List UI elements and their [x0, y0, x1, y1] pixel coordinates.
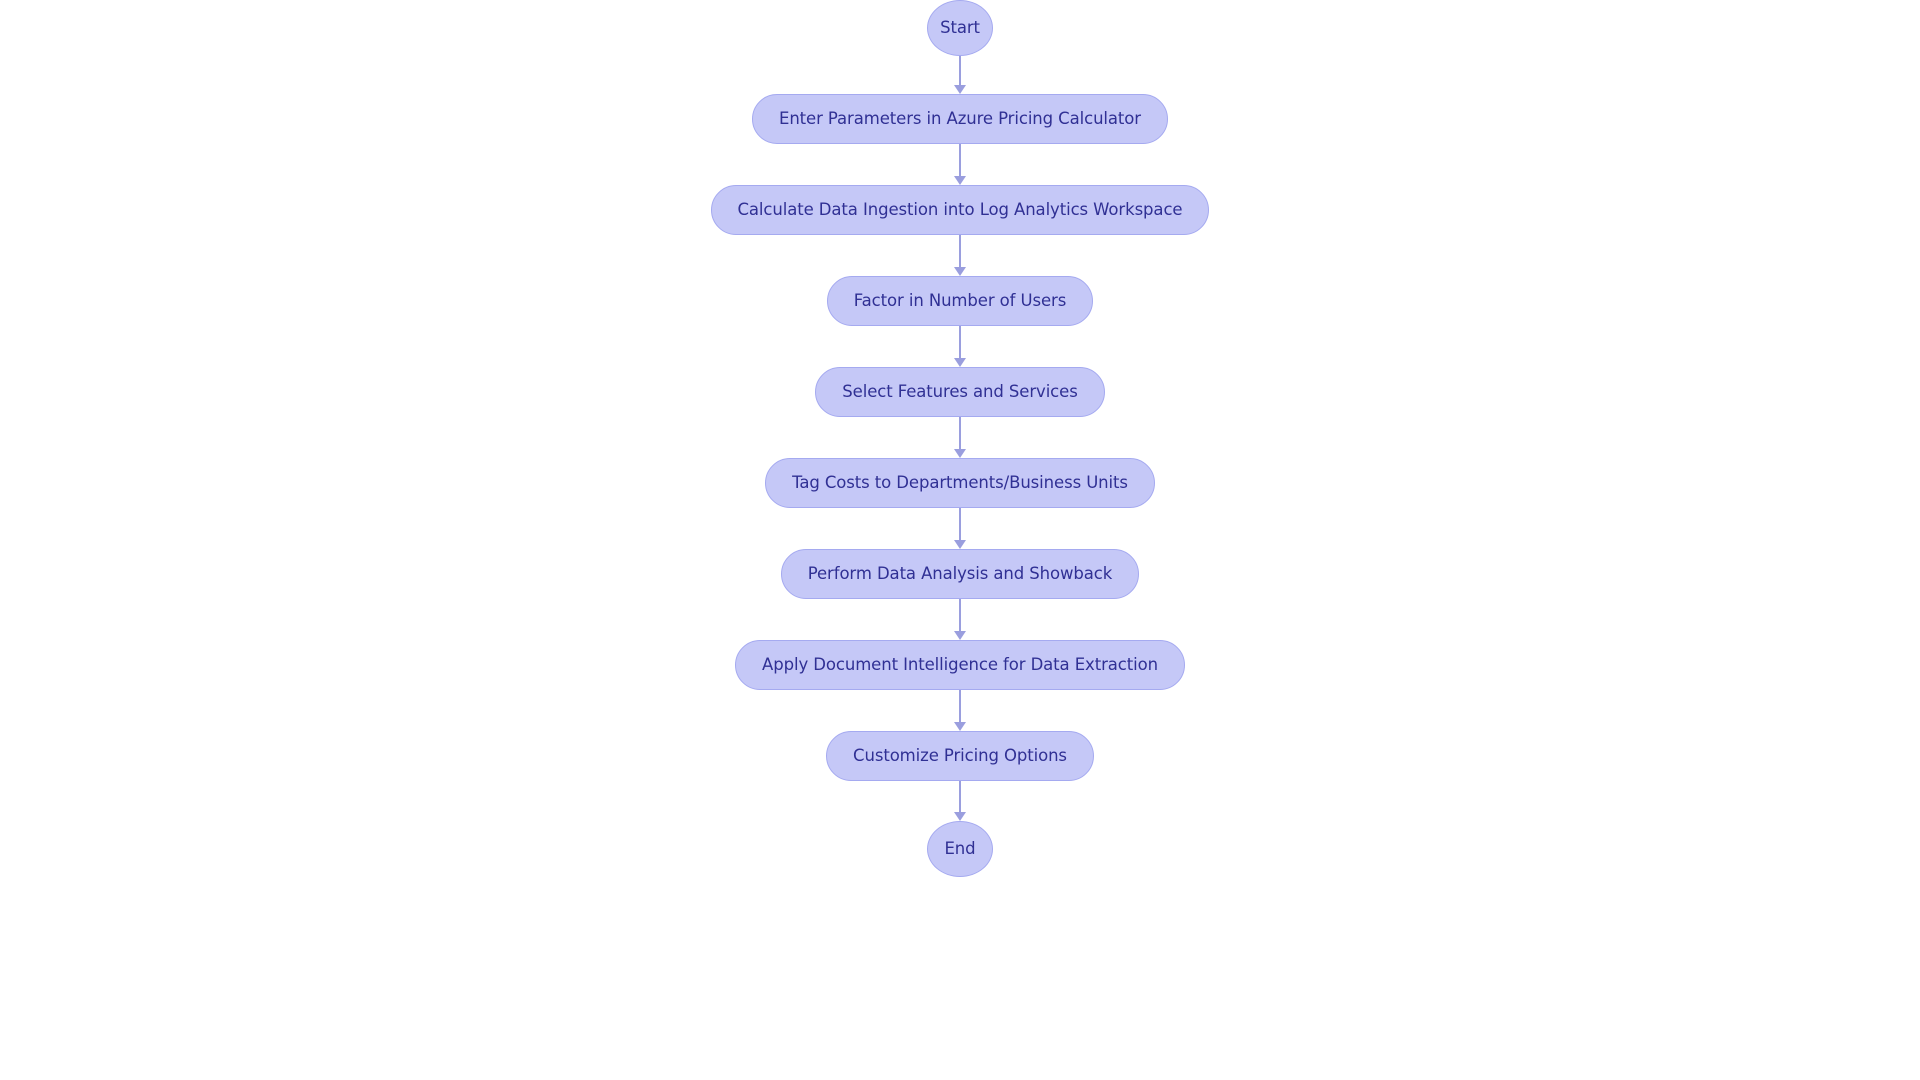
flow-node-label: Apply Document Intelligence for Data Ext… [762, 654, 1158, 674]
edge-line [959, 508, 961, 541]
flow-edge-enter-params-to-calc-ingest [953, 144, 967, 185]
flow-edge-calc-ingest-to-factor-users [953, 235, 967, 276]
flow-node-enter-params[interactable]: Enter Parameters in Azure Pricing Calcul… [752, 94, 1168, 144]
flow-edge-doc-intel-to-customize [953, 690, 967, 731]
flow-node-end[interactable]: End [927, 821, 993, 877]
arrowhead-icon [954, 631, 966, 640]
flow-edge-data-analysis-to-doc-intel [953, 599, 967, 640]
flow-node-data-analysis[interactable]: Perform Data Analysis and Showback [780, 549, 1140, 599]
arrowhead-icon [954, 449, 966, 458]
flow-node-customize[interactable]: Customize Pricing Options [826, 731, 1094, 781]
edge-line [959, 690, 961, 723]
edge-line [959, 417, 961, 450]
edge-line [959, 144, 961, 177]
edge-line [959, 326, 961, 359]
flow-node-label: Enter Parameters in Azure Pricing Calcul… [779, 108, 1141, 128]
flow-node-factor-users[interactable]: Factor in Number of Users [826, 276, 1094, 326]
flow-node-tag-costs[interactable]: Tag Costs to Departments/Business Units [765, 458, 1155, 508]
flow-node-label: Start [940, 17, 980, 37]
flow-edge-start-to-enter-params [953, 56, 967, 94]
arrowhead-icon [954, 722, 966, 731]
flow-node-calc-ingest[interactable]: Calculate Data Ingestion into Log Analyt… [710, 185, 1210, 235]
flow-node-select-feat[interactable]: Select Features and Services [815, 367, 1105, 417]
flow-edge-tag-costs-to-data-analysis [953, 508, 967, 549]
arrowhead-icon [954, 267, 966, 276]
arrowhead-icon [954, 85, 966, 94]
edge-line [959, 235, 961, 268]
edge-line [959, 781, 961, 813]
edge-line [959, 56, 961, 86]
arrowhead-icon [954, 358, 966, 367]
flow-node-start[interactable]: Start [927, 0, 993, 56]
flow-node-label: Perform Data Analysis and Showback [807, 563, 1113, 583]
flow-node-label: Calculate Data Ingestion into Log Analyt… [737, 199, 1183, 219]
edge-line [959, 599, 961, 632]
arrowhead-icon [954, 812, 966, 821]
flow-node-label: End [944, 838, 976, 858]
arrowhead-icon [954, 540, 966, 549]
flow-node-label: Select Features and Services [842, 381, 1078, 401]
flowchart-node-column: Start Enter Parameters in Azure Pricing … [0, 0, 1920, 877]
flow-node-label: Factor in Number of Users [853, 290, 1067, 310]
flow-node-doc-intel[interactable]: Apply Document Intelligence for Data Ext… [735, 640, 1185, 690]
flow-edge-customize-to-end [953, 781, 967, 821]
flow-node-label: Customize Pricing Options [853, 745, 1067, 765]
flow-edge-select-feat-to-tag-costs [953, 417, 967, 458]
flow-edge-factor-users-to-select-feat [953, 326, 967, 367]
arrowhead-icon [954, 176, 966, 185]
flowchart-canvas: Start Enter Parameters in Azure Pricing … [0, 0, 1920, 1080]
flow-node-label: Tag Costs to Departments/Business Units [792, 472, 1128, 492]
